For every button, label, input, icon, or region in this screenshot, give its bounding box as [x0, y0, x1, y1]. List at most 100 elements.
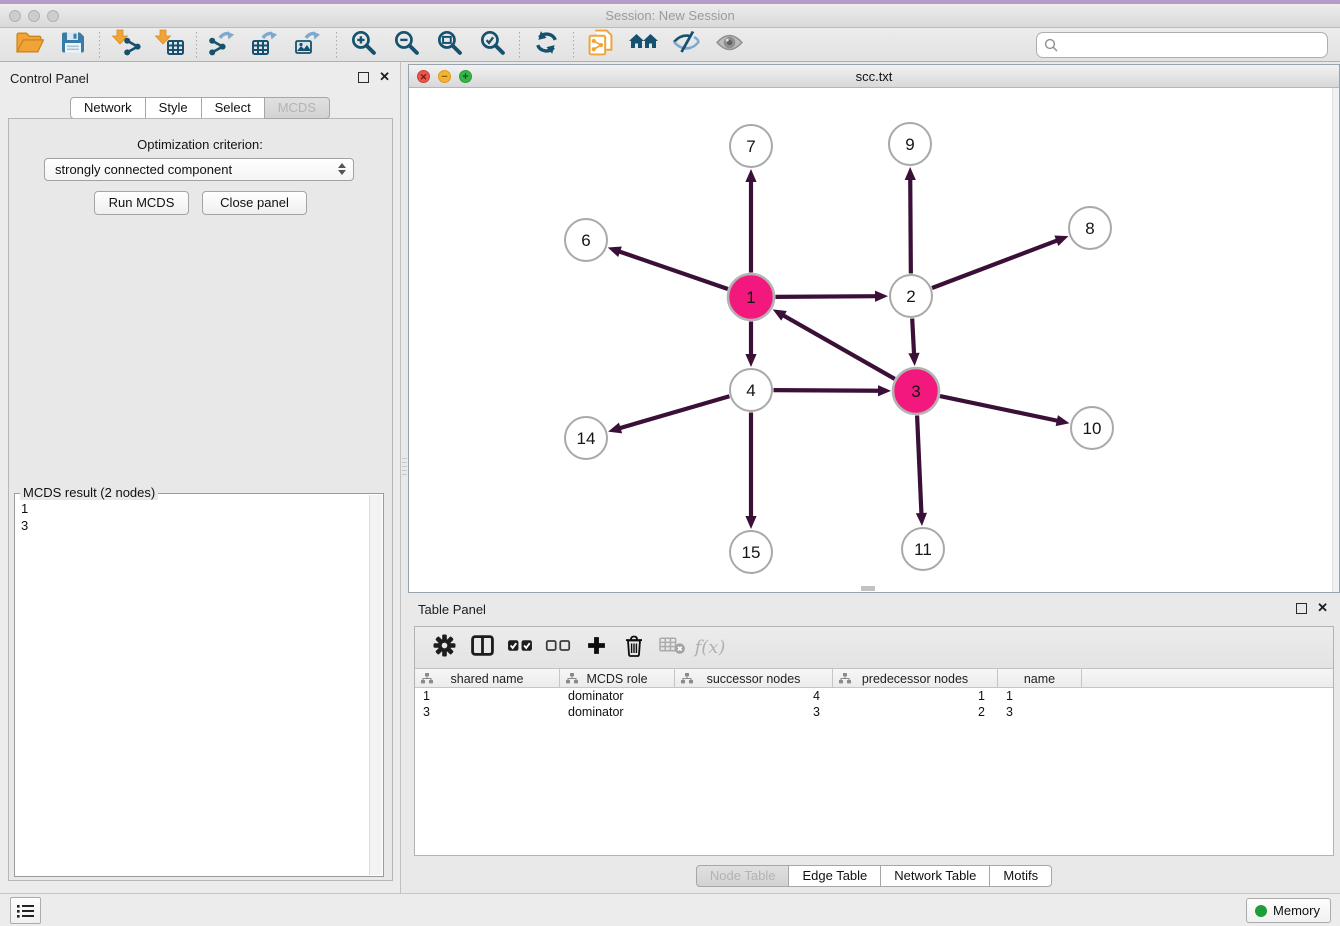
table-header-row: shared nameMCDS role successor nodes prede…	[415, 669, 1333, 688]
tab-style[interactable]: Style	[145, 97, 202, 119]
table-cell[interactable]: 3	[415, 704, 560, 720]
deselect-all-button[interactable]	[539, 632, 577, 664]
tab-motifs[interactable]: Motifs	[989, 865, 1052, 887]
first-neighbors-button[interactable]	[622, 30, 665, 60]
open-file-button[interactable]	[8, 30, 51, 60]
select-all-button[interactable]	[501, 632, 539, 664]
graph-edge-2-3[interactable]	[912, 318, 914, 355]
table-settings-button[interactable]	[425, 632, 463, 664]
column-header-shared-name[interactable]: shared name	[415, 669, 560, 688]
main-toolbar-items	[8, 30, 751, 60]
tab-node-table[interactable]: Node Table	[696, 865, 790, 887]
column-header-MCDS-role[interactable]: MCDS role	[560, 669, 675, 688]
status-bar: Memory	[0, 893, 1340, 926]
show-graphics-details-button[interactable]	[708, 30, 751, 60]
window-titlebar[interactable]: Session: New Session	[0, 4, 1340, 28]
select-all-icon	[507, 638, 534, 658]
column-header-successor-nodes[interactable]: successor nodes	[675, 669, 833, 688]
hide-selected-button[interactable]	[665, 30, 708, 60]
tab-mcds[interactable]: MCDS	[264, 97, 330, 119]
column-header-predecessor-nodes[interactable]: predecessor nodes	[833, 669, 998, 688]
save-session-button[interactable]	[51, 30, 94, 60]
table-cell[interactable]: 3	[675, 704, 833, 720]
table-cell[interactable]: 1	[415, 688, 560, 704]
search-input[interactable]	[1036, 32, 1328, 58]
column-header-label: successor nodes	[707, 672, 801, 686]
run-mcds-button[interactable]: Run MCDS	[94, 191, 189, 215]
table-panel: Table Panel ✕ f(x) shared nameMCDS roles…	[408, 595, 1340, 893]
optimization-criterion-label: Optimization criterion:	[0, 137, 400, 152]
tab-select[interactable]: Select	[201, 97, 265, 119]
float-panel-icon[interactable]	[358, 72, 369, 83]
table-row[interactable]: 1dominator411	[415, 688, 1333, 704]
save-icon	[60, 30, 86, 60]
panel-splitter[interactable]	[401, 62, 408, 893]
table-cell[interactable]: dominator	[560, 688, 675, 704]
window-title: Session: New Session	[0, 8, 1340, 23]
splitter-grip-icon[interactable]	[402, 458, 407, 478]
table-cell[interactable]: 1	[998, 688, 1082, 704]
zoom-in-icon	[350, 29, 377, 61]
graph-edge-3-10[interactable]	[940, 396, 1059, 421]
export-network-button[interactable]	[202, 30, 245, 60]
export-image-icon	[294, 29, 325, 61]
export-table-button[interactable]	[245, 30, 288, 60]
network-canvas[interactable]: 7968124314101511	[409, 88, 1339, 592]
zoom-out-button[interactable]	[385, 30, 428, 60]
graph-edge-arrow-icon	[908, 353, 919, 366]
table-cell[interactable]: 1	[833, 688, 998, 704]
delete-table-icon	[659, 636, 686, 660]
column-header-name[interactable]: name	[998, 669, 1082, 688]
close-panel-button[interactable]: Close panel	[202, 191, 307, 215]
toolbar-separator	[573, 32, 574, 58]
task-history-button[interactable]	[10, 897, 41, 924]
criterion-select[interactable]: strongly connected component	[44, 158, 354, 181]
zoom-fit-button[interactable]	[428, 30, 471, 60]
zoom-selected-button[interactable]	[471, 30, 514, 60]
apply-layout-button[interactable]	[525, 30, 568, 60]
memory-button[interactable]: Memory	[1246, 898, 1331, 923]
import-network-button[interactable]	[105, 30, 148, 60]
graph-node-label: 14	[577, 429, 596, 448]
graph-edge-1-2[interactable]	[775, 296, 877, 297]
export-image-button[interactable]	[288, 30, 331, 60]
tab-network-table[interactable]: Network Table	[880, 865, 990, 887]
network-vertical-scrollbar[interactable]	[1332, 88, 1339, 592]
table-cell[interactable]: dominator	[560, 704, 675, 720]
import-table-button[interactable]	[148, 30, 191, 60]
network-horizontal-scroll-thumb[interactable]	[861, 586, 875, 591]
graph-node-label: 4	[746, 381, 755, 400]
graph-edge-arrow-icon	[745, 516, 756, 529]
table-float-icon[interactable]	[1296, 603, 1307, 614]
table-cell[interactable]: 4	[675, 688, 833, 704]
main-toolbar	[0, 28, 1340, 62]
graph-edge-3-11[interactable]	[917, 415, 921, 515]
table-cell[interactable]: 3	[998, 704, 1082, 720]
zoom-selected-icon	[479, 29, 506, 61]
graph-edge-3-1[interactable]	[782, 315, 894, 379]
gear-icon	[433, 634, 456, 662]
tab-edge-table[interactable]: Edge Table	[788, 865, 881, 887]
graph-edge-1-6[interactable]	[618, 251, 728, 289]
graph-edge-4-3[interactable]	[773, 390, 880, 391]
add-row-button[interactable]	[577, 632, 615, 664]
import-table-icon	[154, 29, 185, 61]
zoom-fit-icon	[436, 29, 463, 61]
table-row[interactable]: 3dominator323	[415, 704, 1333, 720]
zoom-in-button[interactable]	[342, 30, 385, 60]
graph-edge-2-8[interactable]	[932, 240, 1058, 288]
show-columns-button[interactable]	[463, 632, 501, 664]
close-panel-icon[interactable]: ✕	[379, 69, 390, 85]
duplicate-network-button[interactable]	[579, 30, 622, 60]
table-close-icon[interactable]: ✕	[1317, 600, 1328, 616]
network-window-titlebar[interactable]: ✕ − + scc.txt	[409, 65, 1339, 88]
graph-edge-arrow-icon	[1054, 236, 1068, 246]
graph-edge-4-14[interactable]	[619, 396, 730, 428]
tab-network[interactable]: Network	[70, 97, 146, 119]
graph-edge-2-9[interactable]	[910, 178, 911, 274]
select-stepper-icon	[338, 163, 346, 175]
delete-row-button[interactable]	[615, 632, 653, 664]
table-cell[interactable]: 2	[833, 704, 998, 720]
result-scrollbar[interactable]	[369, 495, 382, 875]
toolbar-separator	[336, 32, 337, 58]
